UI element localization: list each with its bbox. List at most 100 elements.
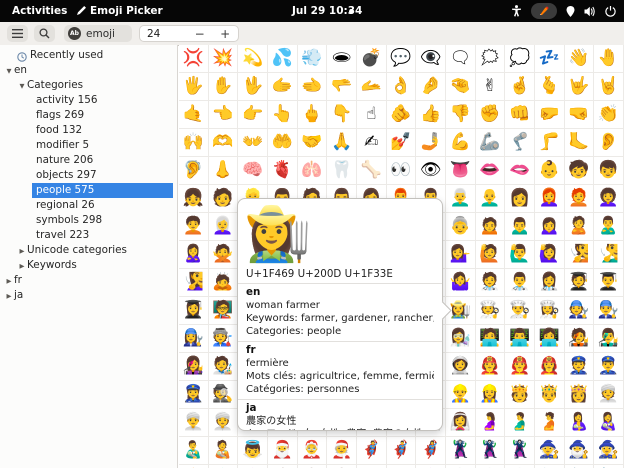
emoji-cell[interactable]: 🦹‍♂️ (476, 437, 506, 465)
emoji-font-selector[interactable]: Ab emoji (64, 25, 132, 42)
emoji-cell[interactable]: 🗨 (446, 45, 476, 73)
emoji-cell[interactable]: 👁 (416, 157, 446, 185)
sidebar-item-unicode-categories[interactable]: ▶Unicode categories (0, 243, 178, 258)
emoji-cell[interactable]: 👩‍💻 (535, 325, 565, 353)
emoji-cell[interactable]: 👄 (476, 157, 506, 185)
volume-icon[interactable] (584, 6, 596, 17)
emoji-cell[interactable]: 🤴 (535, 381, 565, 409)
emoji-cell[interactable]: 🤶 (298, 437, 328, 465)
emoji-cell[interactable]: 🫄 (535, 409, 565, 437)
expander-right-icon[interactable]: ▶ (4, 289, 14, 304)
emoji-cell[interactable]: 🦾 (476, 129, 506, 157)
emoji-cell[interactable]: 💁‍♀️ (446, 241, 476, 269)
location-icon[interactable] (566, 6, 575, 17)
emoji-cell[interactable]: 👵 (446, 213, 476, 241)
focused-app-name[interactable]: Emoji Picker (90, 0, 163, 22)
emoji-cell[interactable]: 🙋‍♀️ (535, 241, 565, 269)
emoji-cell[interactable]: 👼 (238, 437, 268, 465)
power-icon[interactable] (605, 6, 616, 17)
emoji-cell[interactable]: 🙋 (476, 241, 506, 269)
emoji-cell[interactable]: 🧒 (565, 157, 595, 185)
emoji-cell[interactable]: 🦶 (565, 129, 595, 157)
emoji-cell[interactable]: 👨‍🦲 (476, 185, 506, 213)
emoji-cell[interactable]: 👆 (268, 101, 298, 129)
emoji-cell[interactable]: 👨‍🎤 (594, 325, 624, 353)
emoji-cell[interactable]: 👇 (327, 101, 357, 129)
emoji-cell[interactable]: 🧑‍🎤 (565, 325, 595, 353)
emoji-cell[interactable]: 👷‍♂️ (446, 381, 476, 409)
emoji-cell[interactable]: 🙎‍♂️ (594, 213, 624, 241)
emoji-cell[interactable]: 👮‍♂️ (594, 353, 624, 381)
emoji-cell[interactable]: 🦸‍♂️ (387, 437, 417, 465)
sidebar-item-nature-206[interactable]: nature 206 (0, 153, 178, 168)
emoji-cell[interactable]: 🤜 (565, 101, 595, 129)
emoji-cell[interactable]: ✋ (209, 73, 239, 101)
emoji-cell[interactable]: 🦿 (505, 129, 535, 157)
emoji-cell[interactable]: 👩‍🍳 (535, 297, 565, 325)
emoji-cell[interactable]: 🤱 (565, 409, 595, 437)
emoji-cell[interactable]: 🫀 (268, 157, 298, 185)
emoji-cell[interactable]: 🧑‍🦱 (179, 213, 209, 241)
emoji-cell[interactable]: 🧏 (565, 241, 595, 269)
emoji-cell[interactable]: 🙎‍♀️ (179, 241, 209, 269)
emoji-cell[interactable]: 👦 (594, 157, 624, 185)
emoji-cell[interactable]: 🫶 (209, 129, 239, 157)
emoji-cell[interactable]: ✊ (476, 101, 506, 129)
emoji-cell[interactable]: 👌 (387, 73, 417, 101)
emoji-cell[interactable]: 💅 (387, 129, 417, 157)
emoji-cell[interactable]: 👩 (505, 185, 535, 213)
decrease-size-button[interactable]: − (187, 27, 213, 41)
emoji-cell[interactable]: ☝ (357, 101, 387, 129)
emoji-cell[interactable]: 🫳 (327, 73, 357, 101)
sidebar-item-objects-297[interactable]: objects 297 (0, 168, 178, 183)
emoji-cell[interactable]: 🫦 (505, 157, 535, 185)
emoji-cell[interactable]: 💦 (268, 45, 298, 73)
emoji-cell[interactable]: 🤲 (268, 129, 298, 157)
emoji-cell[interactable]: 👨‍🔧 (594, 297, 624, 325)
emoji-cell[interactable]: 🧏‍♂️ (594, 241, 624, 269)
emoji-cell[interactable]: 🤌 (416, 73, 446, 101)
sidebar-item-regional-26[interactable]: regional 26 (0, 198, 178, 213)
emoji-cell[interactable]: 🧑‍🍼 (209, 437, 239, 465)
emoji-cell[interactable]: 🫵 (387, 101, 417, 129)
emoji-cell[interactable]: 🤙 (179, 101, 209, 129)
emoji-cell[interactable]: 🦵 (535, 129, 565, 157)
emoji-cell[interactable]: 🤟 (565, 73, 595, 101)
emoji-cell[interactable]: 💨 (298, 45, 328, 73)
emoji-cell[interactable]: 🕳 (327, 45, 357, 73)
accessibility-icon[interactable] (511, 5, 522, 17)
emoji-cell[interactable]: 🫲 (298, 73, 328, 101)
emoji-cell[interactable]: 🙏 (327, 129, 357, 157)
emoji-cell[interactable]: 🧑‍🏭 (209, 325, 239, 353)
emoji-cell[interactable]: 🦸 (357, 437, 387, 465)
emoji-cell[interactable]: 🙅 (209, 241, 239, 269)
emoji-cell[interactable]: 👋 (565, 45, 595, 73)
sidebar-item-people-575[interactable]: people 575 (0, 183, 178, 198)
emoji-cell[interactable]: 👸 (565, 381, 595, 409)
emoji-cell[interactable]: 👩‍⚕️ (535, 269, 565, 297)
emoji-cell[interactable]: 👳‍♂️ (179, 409, 209, 437)
emoji-cell[interactable]: 👩‍🦰 (535, 185, 565, 213)
emoji-cell[interactable]: 🧑‍🎓 (565, 269, 595, 297)
emoji-cell[interactable]: 🤛 (535, 101, 565, 129)
emoji-cell[interactable]: 🤰 (476, 409, 506, 437)
expander-down-icon[interactable]: ▼ (17, 79, 27, 94)
sidebar-item-keywords[interactable]: ▶Keywords (0, 258, 178, 273)
emoji-cell[interactable]: 👨‍🎓 (594, 269, 624, 297)
increase-size-button[interactable]: + (212, 27, 238, 41)
emoji-cell[interactable]: 🧑‍🔧 (565, 297, 595, 325)
emoji-cell[interactable]: 👀 (387, 157, 417, 185)
emoji-cell[interactable]: 👩‍🍼 (594, 409, 624, 437)
emoji-cell[interactable]: 🙍 (476, 213, 506, 241)
emoji-cell[interactable]: 🫁 (298, 157, 328, 185)
emoji-cell[interactable]: 💭 (505, 45, 535, 73)
emoji-cell[interactable]: 👨‍🚒 (505, 353, 535, 381)
emoji-cell[interactable]: 🫴 (357, 73, 387, 101)
emoji-cell[interactable]: 🖕 (298, 101, 328, 129)
emoji-cell[interactable]: 🗯 (476, 45, 506, 73)
emoji-cell[interactable]: 🦻 (179, 157, 209, 185)
emoji-cell[interactable]: 🧙‍♂️ (565, 437, 595, 465)
emoji-cell[interactable]: 👩‍🔬 (446, 325, 476, 353)
emoji-cell[interactable]: 👊 (505, 101, 535, 129)
emoji-cell[interactable]: 🤞 (505, 73, 535, 101)
